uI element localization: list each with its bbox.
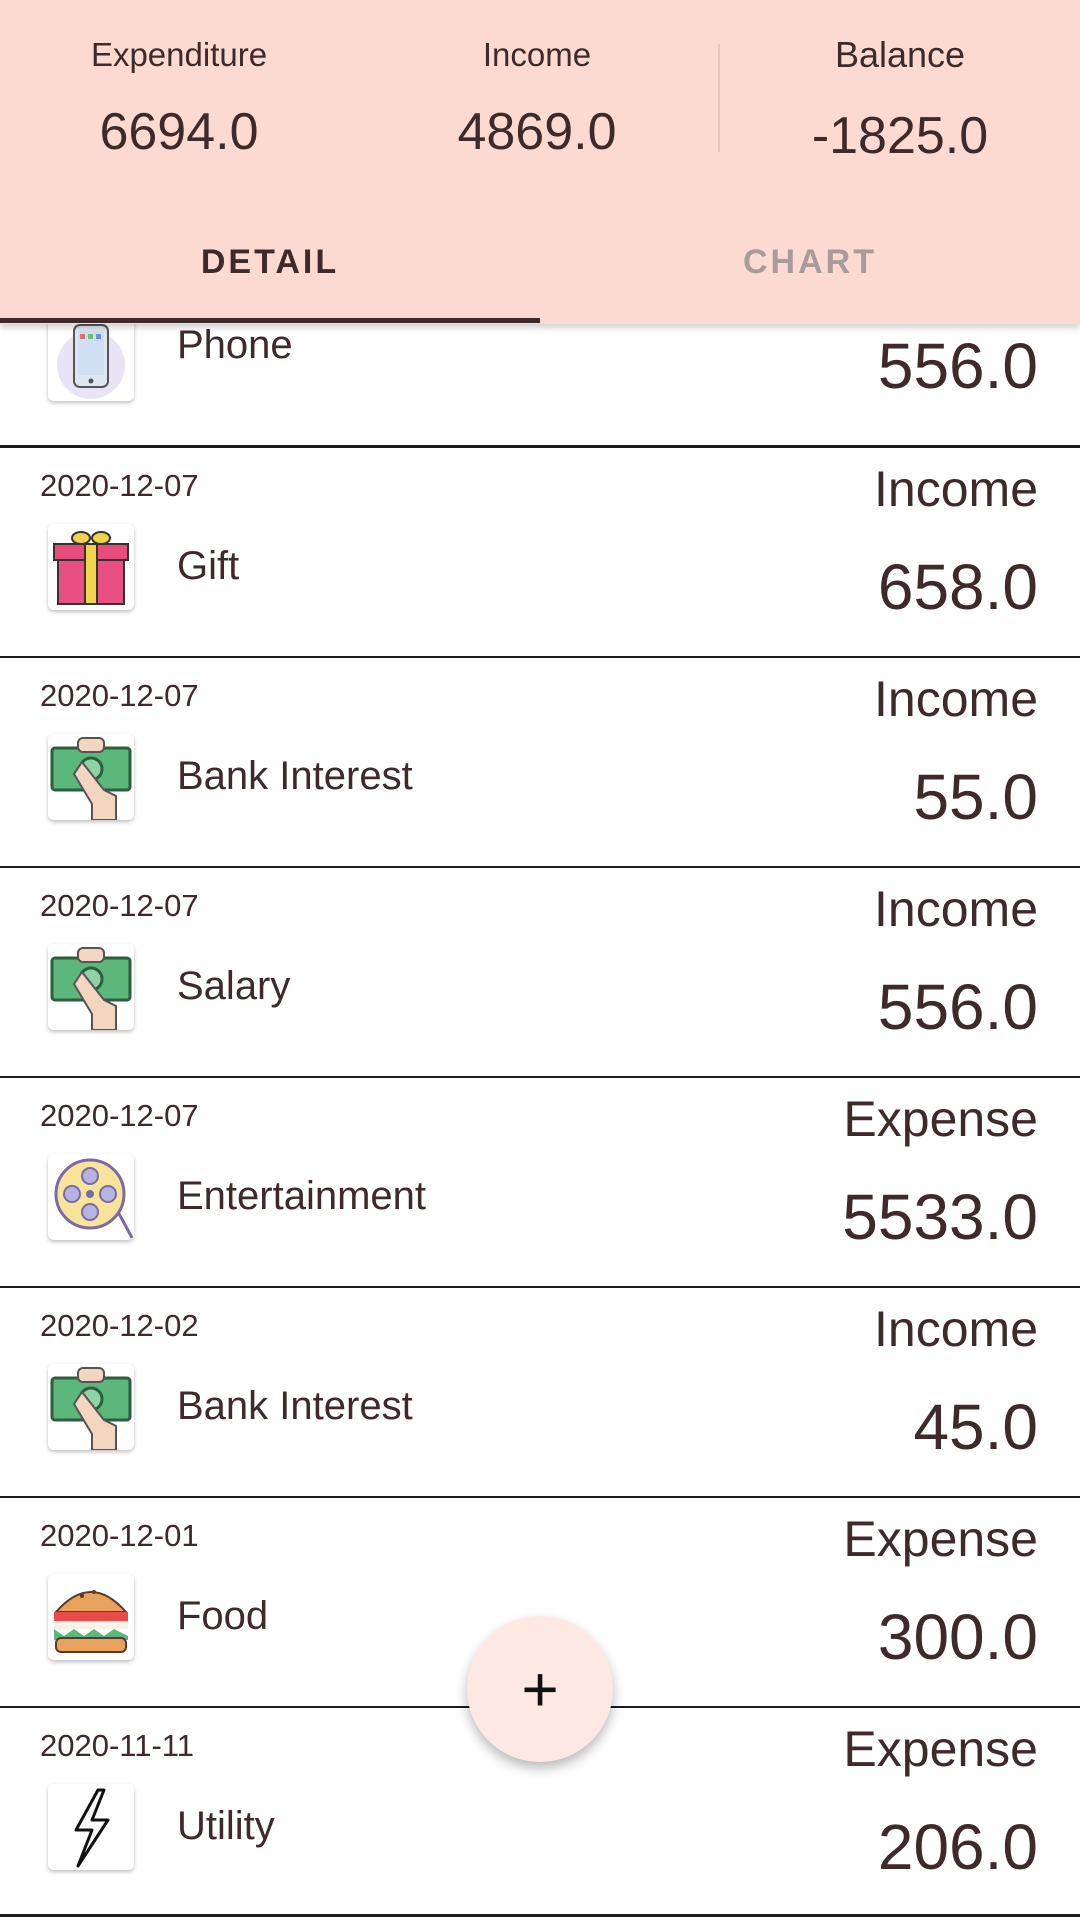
date-label: 2020-11-11 [40, 1728, 194, 1763]
amount-value: 55.0 [913, 761, 1038, 833]
expenditure-label: Expenditure [90, 36, 268, 73]
date-label: 2020-12-07 [40, 888, 199, 923]
type-label: Expense [843, 1091, 1038, 1147]
type-label: Expense [843, 1721, 1038, 1777]
date-label: 2020-12-07 [40, 468, 199, 503]
list-item[interactable]: 2020-12-02 Bank Interest Income 45.0 [0, 1288, 1080, 1499]
plus-icon: + [521, 1653, 559, 1725]
category-label: Gift [177, 544, 240, 588]
list-item[interactable]: 2020-12-07 Salary Income 556.0 [0, 868, 1080, 1079]
expenditure-value: 6694.0 [99, 103, 259, 161]
income-label: Income [482, 36, 592, 73]
type-label: Income [874, 881, 1038, 937]
balance-summary: Balance -1825.0 [720, 0, 1080, 190]
lightning-icon [48, 1784, 134, 1870]
add-transaction-button[interactable]: + [467, 1616, 613, 1762]
type-label: Income [874, 461, 1038, 517]
category-label: Food [177, 1594, 269, 1638]
date-label: 2020-12-02 [40, 1308, 199, 1343]
amount-value: 300.0 [877, 1601, 1038, 1673]
category-label: Entertainment [177, 1174, 427, 1218]
category-label: Bank Interest [177, 1384, 413, 1428]
expenditure-summary: Expenditure 6694.0 [0, 0, 358, 190]
amount-value: 5533.0 [842, 1181, 1038, 1253]
amount-value: 658.0 [877, 551, 1038, 623]
amount-value: 556.0 [877, 971, 1038, 1043]
type-label: Income [874, 671, 1038, 727]
date-label: 2020-12-07 [40, 678, 199, 713]
list-item[interactable]: 2020-12-07 Gift Income 658.0 [0, 448, 1080, 659]
date-label: 2020-12-01 [40, 1518, 199, 1553]
type-label: Expense [843, 1511, 1038, 1567]
phone-icon [48, 315, 134, 401]
date-label: 2020-12-07 [40, 1098, 199, 1133]
burger-icon [48, 1574, 134, 1660]
tab-chart[interactable]: CHART [540, 210, 1080, 320]
category-label: Utility [177, 1804, 275, 1848]
category-label: Salary [177, 964, 291, 1008]
balance-value: -1825.0 [811, 107, 989, 165]
money-hand-icon [48, 944, 134, 1030]
tab-indicator [0, 318, 540, 323]
list-item[interactable]: 2020-12-07 Entertainment Expense 5533.0 [0, 1078, 1080, 1289]
category-label: Phone [177, 323, 293, 367]
amount-value: 556.0 [877, 330, 1038, 402]
gift-icon [48, 524, 134, 610]
money-hand-icon [48, 734, 134, 820]
balance-label: Balance [834, 34, 966, 75]
amount-value: 206.0 [877, 1811, 1038, 1883]
summary-header: Expenditure 6694.0 Income 4869.0 Balance… [0, 0, 1080, 324]
amount-value: 45.0 [913, 1391, 1038, 1463]
type-label: Income [874, 1301, 1038, 1357]
money-hand-icon [48, 1364, 134, 1450]
income-summary: Income 4869.0 [358, 0, 716, 190]
category-label: Bank Interest [177, 754, 413, 798]
tab-detail[interactable]: DETAIL [0, 210, 540, 320]
income-value: 4869.0 [457, 103, 617, 161]
list-item[interactable]: 2020-12-07 Bank Interest Income 55.0 [0, 658, 1080, 869]
film-reel-icon [48, 1154, 134, 1240]
